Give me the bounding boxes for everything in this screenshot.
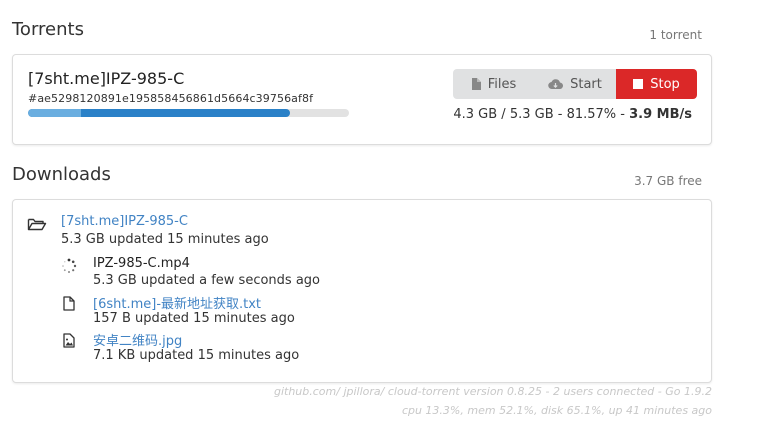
file-name: IPZ-985-C.mp4 [93,256,190,271]
stop-icon [633,79,644,89]
downloads-title: Downloads [12,164,111,185]
file-link[interactable]: 安卓二维码.jpg [93,330,182,349]
footer-system-stats: cpu 13.3%, mem 52.1%, disk 65.1%, up 41 … [401,404,712,417]
files-button-label: Files [487,76,517,92]
stop-button-label: Stop [650,76,680,92]
files-button[interactable]: Files [453,69,534,99]
torrent-name: [7sht.me]IPZ-985-C [28,69,185,88]
torrent-progress-bar [28,109,349,117]
folder-meta: 5.3 GB updated 15 minutes ago [61,232,269,247]
file-icon [471,78,481,90]
torrents-title: Torrents [12,19,84,40]
torrent-card: [7sht.me]IPZ-985-C #ae5298120891e1958584… [12,54,712,145]
cloud-download-icon [548,78,564,90]
start-button-label: Start [570,76,602,92]
spinner-icon [59,257,79,275]
torrent-speed: 3.9 MB/s [629,107,692,122]
folder-link[interactable]: [7sht.me]IPZ-985-C [61,214,188,229]
start-button[interactable]: Start [534,69,616,99]
folder-open-icon [27,215,47,233]
torrent-stats: 4.3 GB / 5.3 GB - 81.57% - 3.9 MB/s [453,107,692,122]
file-meta: 157 B updated 15 minutes ago [93,311,295,326]
torrent-hash: #ae5298120891e195858456861d5664c39756af8… [28,92,314,105]
torrent-actions: Files Start Stop [453,69,697,99]
torrent-count: 1 torrent [649,28,702,42]
torrent-progress-fill [28,109,290,117]
image-file-icon [59,331,79,349]
file-icon [59,294,79,312]
downloads-card: [7sht.me]IPZ-985-C 5.3 GB updated 15 min… [12,199,712,383]
footer-version: github.com/ jpillora/ cloud-torrent vers… [273,385,712,398]
disk-free: 3.7 GB free [634,174,702,188]
file-meta: 5.3 GB updated a few seconds ago [93,273,320,288]
file-meta: 7.1 KB updated 15 minutes ago [93,348,300,363]
torrent-size-progress: 4.3 GB / 5.3 GB - 81.57% - [453,107,630,122]
file-link[interactable]: [6sht.me]-最新地址获取.txt [93,293,261,312]
stop-button[interactable]: Stop [616,69,697,99]
